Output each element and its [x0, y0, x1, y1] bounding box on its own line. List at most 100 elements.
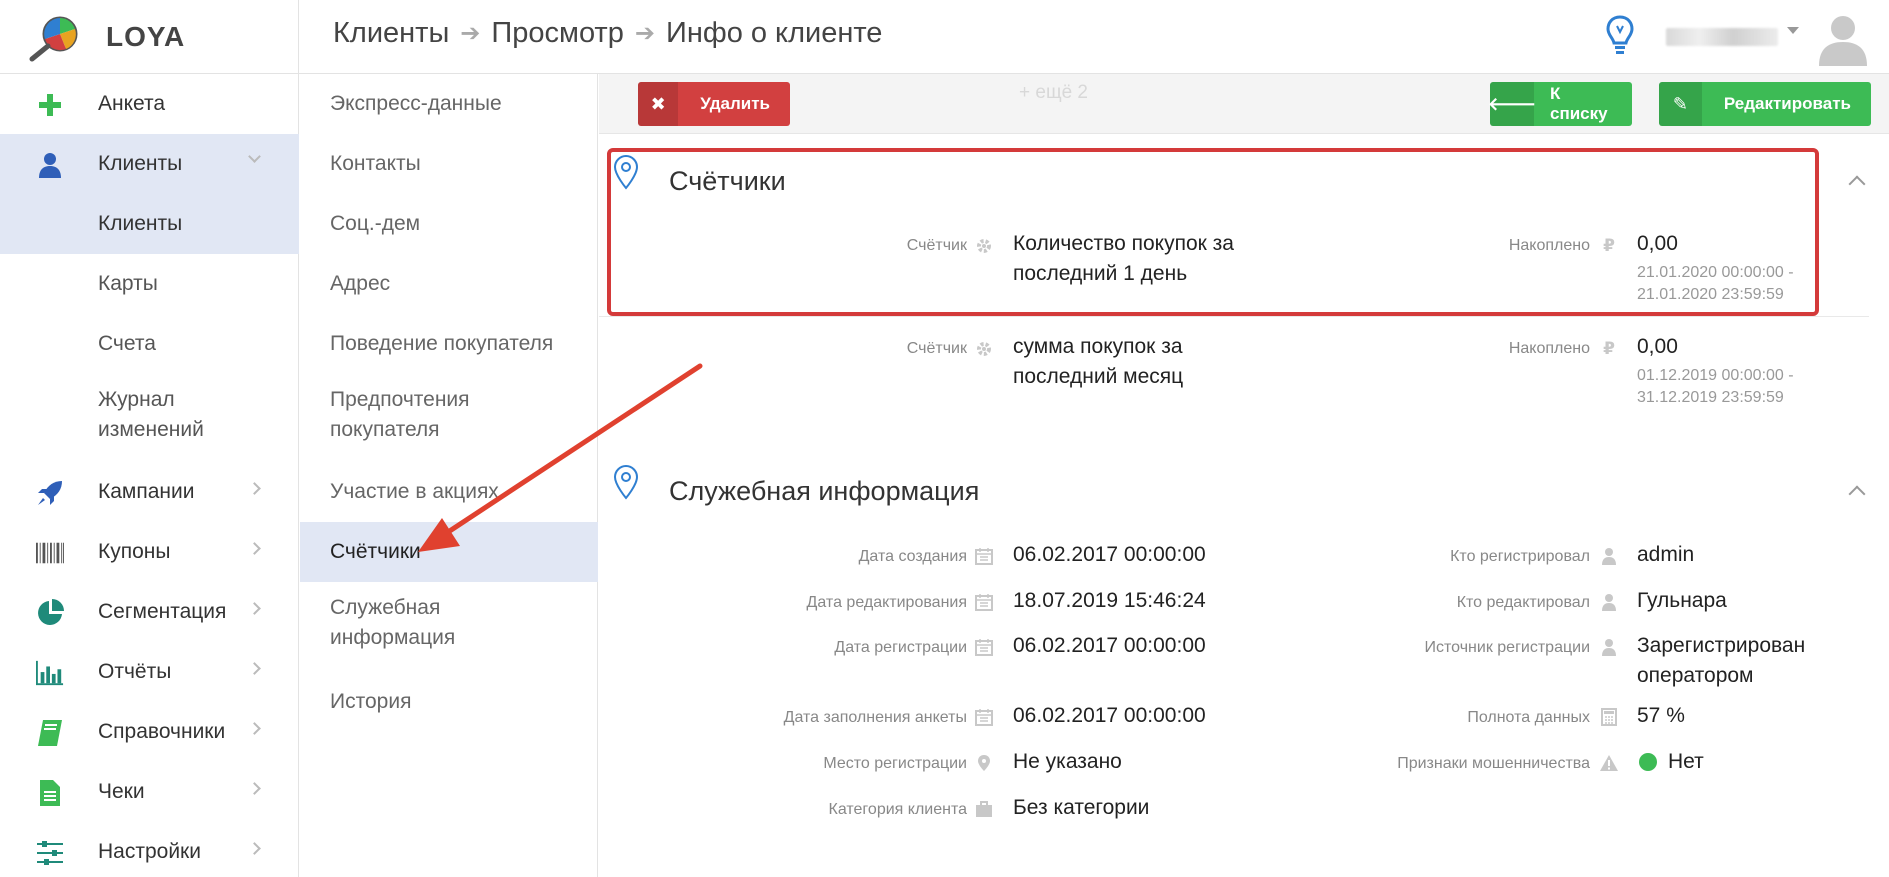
section-menu-history[interactable]: История — [300, 672, 598, 732]
section-menu-label: Адрес — [330, 272, 391, 295]
section-menu-label: Служебная информация — [330, 596, 456, 649]
user-icon — [1599, 637, 1619, 657]
chevron-right-icon — [248, 842, 261, 855]
user-name-blurred[interactable] — [1666, 28, 1778, 46]
edit-button[interactable]: ✎ Редактировать — [1659, 82, 1871, 126]
chevron-down-icon[interactable] — [1787, 27, 1799, 34]
registration-date-value: 06.02.2017 00:00:00 — [1013, 634, 1206, 657]
chevron-right-icon — [248, 782, 261, 795]
sidebar-item-receipts[interactable]: Чеки — [0, 762, 299, 822]
sidebar-item-coupons[interactable]: Купоны — [0, 522, 299, 582]
data-completeness-label: Полнота данных — [1467, 709, 1590, 726]
section-menu-contacts[interactable]: Контакты — [300, 134, 598, 194]
arrow-left-icon: 🡐 — [1488, 82, 1536, 126]
app-name: LOYA — [106, 21, 186, 52]
document-icon — [36, 779, 64, 807]
accumulated-value: 0,00 — [1637, 335, 1678, 358]
arrow-right-icon: ➔ — [460, 20, 481, 47]
briefcase-icon — [974, 799, 994, 819]
lightbulb-icon[interactable] — [1605, 14, 1635, 56]
sidebar-item-label: Карты — [98, 272, 158, 295]
sidebar-item-profile[interactable]: Анкета — [0, 74, 299, 134]
client-category-label: Категория клиента — [828, 801, 967, 818]
chevron-right-icon — [248, 662, 261, 675]
section-menu-label: Предпочтения покупателя — [330, 388, 470, 441]
edited-by-label: Кто редактировал — [1456, 594, 1590, 611]
section-menu-service-info[interactable]: Служебная информация — [300, 588, 598, 658]
section-menu-label: Счётчики — [330, 540, 421, 563]
sidebar-item-clients[interactable]: Клиенты — [0, 134, 299, 194]
delete-button[interactable]: ✖ Удалить — [638, 82, 790, 126]
user-icon — [1599, 546, 1619, 566]
section-menu-preferences[interactable]: Предпочтения покупателя — [300, 380, 598, 450]
edited-date-label: Дата редактирования — [806, 594, 967, 611]
gear-icon — [974, 339, 994, 359]
sidebar-item-label: Клиенты — [98, 152, 183, 175]
sidebar-item-segmentation[interactable]: Сегментация — [0, 582, 299, 642]
sidebar-item-label: Счета — [98, 332, 156, 355]
sidebar-item-references[interactable]: Справочники — [0, 702, 299, 762]
collapse-chevron-icon[interactable] — [1848, 175, 1866, 193]
period-to: 21.01.2020 23:59:59 — [1637, 286, 1784, 303]
more-actions-link[interactable]: + ещё 2 — [1019, 82, 1088, 104]
sidebar-item-reports[interactable]: Отчёты — [0, 642, 299, 702]
back-to-list-button[interactable]: 🡐 К списку — [1488, 82, 1632, 126]
client-category-value: Без категории — [1013, 796, 1150, 819]
user-icon — [1599, 592, 1619, 612]
breadcrumb-clients[interactable]: Клиенты — [333, 17, 449, 50]
breadcrumb: Клиенты ➔ Просмотр ➔ Инфо о клиенте — [333, 17, 882, 50]
section-menu-express[interactable]: Экспресс-данные — [300, 74, 598, 134]
sidebar-subitem-clients[interactable]: Клиенты — [0, 194, 299, 254]
section-menu-label: Экспресс-данные — [330, 92, 502, 115]
sidebar-item-settings[interactable]: Настройки — [0, 822, 299, 877]
sidebar-subitem-changelog[interactable]: Журнал изменений — [0, 380, 299, 450]
sidebar-item-label: Чеки — [98, 780, 145, 803]
sidebar-item-label: Журнал изменений — [98, 388, 204, 441]
bar-chart-icon — [36, 659, 64, 687]
avatar[interactable] — [1815, 10, 1871, 66]
section-menu-socdem[interactable]: Соц.-дем — [300, 194, 598, 254]
sidebar-item-label: Купоны — [98, 540, 171, 563]
calculator-icon — [1599, 707, 1619, 727]
sidebar-item-label: Отчёты — [98, 660, 172, 683]
accumulated-value: 0,00 — [1637, 232, 1678, 255]
collapse-chevron-icon[interactable] — [1848, 485, 1866, 503]
main-content: ✖ Удалить + ещё 2 🡐 К списку ✎ Редактиро… — [599, 74, 1889, 877]
sidebar-subitem-accounts[interactable]: Счета — [0, 314, 299, 374]
registration-place-value: Не указано — [1013, 750, 1122, 773]
section-menu-behavior[interactable]: Поведение покупателя — [300, 314, 598, 374]
close-icon: ✖ — [638, 82, 679, 126]
chevron-right-icon — [248, 542, 261, 555]
section-menu-counters[interactable]: Счётчики — [300, 522, 598, 582]
warning-icon — [1599, 753, 1619, 773]
top-header: LOYA Клиенты ➔ Просмотр ➔ Инфо о клиенте — [0, 0, 1889, 74]
counter-value: Количество покупок за последний 1 день — [1013, 232, 1234, 285]
pencil-icon: ✎ — [1659, 82, 1702, 126]
breadcrumb-client-info: Инфо о клиенте — [665, 17, 883, 49]
data-completeness-value: 57 % — [1637, 704, 1685, 727]
sidebar-item-campaigns[interactable]: Кампании — [0, 462, 299, 522]
counter-value: сумма покупок за последний месяц — [1013, 335, 1184, 388]
calendar-icon — [974, 592, 994, 612]
section-menu-address[interactable]: Адрес — [300, 254, 598, 314]
delete-button-label: Удалить — [700, 94, 770, 113]
section-menu-label: Поведение покупателя — [330, 332, 554, 355]
registered-by-label: Кто регистрировал — [1450, 548, 1590, 565]
section-menu-promotions[interactable]: Участие в акциях — [300, 462, 598, 522]
logo-area[interactable]: LOYA — [0, 0, 299, 74]
section-menu: Экспресс-данные Контакты Соц.-дем Адрес … — [300, 74, 598, 877]
counter-label: Счётчик — [906, 340, 967, 357]
sidebar-subitem-cards[interactable]: Карты — [0, 254, 299, 314]
registration-place-label: Место регистрации — [823, 755, 967, 772]
accumulated-label: Накоплено — [1508, 237, 1590, 254]
breadcrumb-view[interactable]: Просмотр — [491, 17, 623, 50]
status-dot — [1639, 753, 1657, 771]
created-date-value: 06.02.2017 00:00:00 — [1013, 543, 1206, 566]
section-menu-label: Соц.-дем — [330, 212, 421, 235]
form-filled-date-label: Дата заполнения анкеты — [783, 709, 967, 726]
main-sidebar: Анкета Клиенты Клиенты Карты Счета Журна… — [0, 74, 299, 877]
gear-icon — [974, 236, 994, 256]
calendar-icon — [974, 707, 994, 727]
service-section-title: Служебная информация — [669, 476, 980, 506]
counters-section-title: Счётчики — [669, 166, 786, 196]
